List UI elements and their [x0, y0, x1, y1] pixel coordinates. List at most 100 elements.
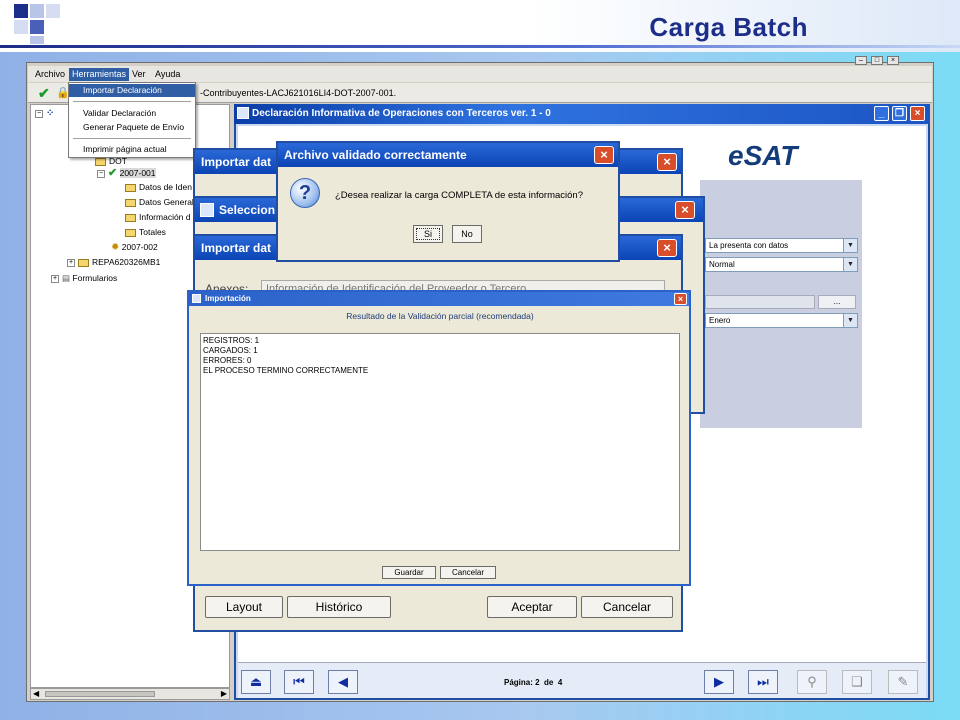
chevron-down-icon[interactable]: ▼ [843, 314, 857, 327]
scroll-left-icon[interactable]: ◀ [33, 689, 39, 698]
folder-icon [125, 198, 136, 207]
expand-icon[interactable]: + [51, 274, 59, 283]
menu-ver[interactable]: Ver [129, 68, 149, 81]
herramientas-dropdown: Importar Declaración Validar Declaración… [68, 82, 196, 158]
close-icon[interactable]: × [675, 201, 695, 219]
result-line: CARGADOS: 1 [203, 346, 258, 355]
next-page-icon[interactable]: ▶ [704, 670, 734, 694]
folder-icon [125, 213, 136, 222]
validado-title: Archivo validado correctamente [284, 148, 467, 162]
maximize-icon[interactable]: □ [871, 56, 883, 65]
tree-node-totales[interactable]: Totales [125, 226, 166, 238]
validado-message: ¿Desea realizar la carga COMPLETA de est… [335, 190, 583, 201]
menu-item-validar[interactable]: Validar Declaración [69, 107, 195, 120]
header-line [0, 45, 960, 48]
app-icon [237, 107, 249, 119]
prev-page-icon[interactable]: ◀ [328, 670, 358, 694]
decor-square [14, 4, 28, 18]
declaracion-titlebar: Declaración Informativa de Operaciones c… [234, 104, 930, 124]
close-icon[interactable]: × [657, 153, 677, 171]
tree-node-datos-general[interactable]: Datos General [125, 196, 194, 208]
menu-archivo[interactable]: Archivo [32, 68, 68, 81]
decor-square [30, 36, 44, 44]
tree-node-2007-002[interactable]: ✹ 2007-002 [111, 241, 158, 253]
restore-icon[interactable]: ❐ [892, 106, 907, 121]
app-icon [200, 203, 214, 217]
check-icon: ✔ [108, 167, 118, 179]
result-textarea[interactable]: REGISTROS: 1 CARGADOS: 1 ERRORES: 0 EL P… [200, 333, 680, 551]
close-icon[interactable]: × [887, 56, 899, 65]
menu-ayuda[interactable]: Ayuda [152, 68, 183, 81]
sat-logo: eSAT [728, 140, 798, 171]
menu-item-imprimir[interactable]: Imprimir página actual [69, 143, 195, 156]
search-icon[interactable]: ⚲ [797, 670, 827, 694]
folder-icon [95, 157, 106, 166]
last-page-icon[interactable]: ⏭ [748, 670, 778, 694]
validado-titlebar: Archivo validado correctamente × [278, 143, 618, 167]
chevron-down-icon[interactable]: ▼ [843, 239, 857, 252]
gear-icon: ✹ [111, 242, 120, 253]
guardar-button[interactable]: Guardar [382, 566, 436, 579]
menu-item-importar[interactable]: Importar Declaración [69, 84, 195, 97]
folder-icon [125, 228, 136, 237]
copy-icon[interactable]: ❏ [842, 670, 872, 694]
importacion-title: Importación [205, 294, 251, 303]
collapse-icon[interactable]: − [35, 109, 43, 118]
menu-separator [73, 138, 191, 139]
cancelar-button[interactable]: Cancelar [581, 596, 673, 618]
scroll-right-icon[interactable]: ▶ [221, 689, 227, 698]
decor-square [30, 4, 44, 18]
rfc-field[interactable] [705, 295, 815, 309]
scroll-thumb[interactable] [45, 691, 155, 697]
close-icon[interactable]: × [910, 106, 925, 121]
close-icon[interactable]: × [657, 239, 677, 257]
close-icon[interactable]: × [594, 146, 614, 164]
first-page-icon[interactable]: ⏮ [284, 670, 314, 694]
aceptar-button[interactable]: Aceptar [487, 596, 577, 618]
result-line: REGISTROS: 1 [203, 336, 260, 345]
tree-root[interactable]: − ⁘ [35, 107, 54, 119]
tree-node-datos-iden[interactable]: Datos de Iden [125, 181, 192, 193]
tree-node-repa[interactable]: + REPA620326MB1 [67, 256, 160, 268]
no-button[interactable]: No [452, 225, 482, 243]
decor-square [30, 20, 44, 34]
edit-icon[interactable]: ✎ [888, 670, 918, 694]
question-icon: ? [290, 178, 320, 208]
expand-icon[interactable]: + [67, 258, 75, 267]
chevron-down-icon[interactable]: ▼ [843, 258, 857, 271]
forms-icon: ▤ [62, 273, 71, 283]
minimize-icon[interactable]: – [855, 56, 867, 65]
historico-button[interactable]: Histórico [287, 596, 391, 618]
importacion-titlebar: Importación × [189, 292, 689, 306]
cancelar-import-button[interactable]: Cancelar [440, 566, 496, 579]
menubar: Archivo Herramientas Ver Ayuda [28, 66, 932, 82]
close-icon[interactable]: × [674, 293, 687, 305]
menu-herramientas[interactable]: Herramientas [69, 68, 130, 81]
tree-node-2007-001[interactable]: − ✔ 2007-001 [97, 167, 156, 179]
file-path: -Contribuyentes-LACJ621016LI4-DOT-2007-0… [200, 88, 397, 98]
eject-icon[interactable]: ⏏ [241, 670, 271, 694]
layout-button[interactable]: Layout [205, 596, 283, 618]
combo-tipo[interactable]: Normal ▼ [705, 257, 858, 272]
browse-button[interactable]: ... [818, 295, 856, 309]
grid-icon: ⁘ [46, 108, 55, 119]
tree-hscrollbar[interactable]: ◀ ▶ [30, 688, 230, 700]
check-icon[interactable]: ✔ [38, 85, 50, 102]
tree-node-formularios[interactable]: + ▤ Formularios [51, 272, 117, 284]
combo-mes[interactable]: Enero ▼ [705, 313, 858, 328]
result-title: Resultado de la Validación parcial (reco… [346, 311, 534, 321]
tree-node-informacion[interactable]: Información d [125, 211, 191, 223]
si-button[interactable]: Si [413, 225, 443, 243]
combo-presenta[interactable]: La presenta con datos ▼ [705, 238, 858, 253]
slide-title: Carga Batch [649, 12, 808, 42]
pager: Página: 2 de 4 [504, 678, 563, 687]
menu-item-generar[interactable]: Generar Paquete de Envío [69, 121, 195, 134]
collapse-icon[interactable]: − [97, 169, 105, 178]
folder-icon [78, 258, 89, 267]
folder-icon [125, 183, 136, 192]
result-line: ERRORES: 0 [203, 356, 252, 365]
app-window-controls: – □ × [851, 54, 931, 66]
minimize-icon[interactable]: _ [874, 106, 889, 121]
result-line: EL PROCESO TERMINO CORRECTAMENTE [203, 366, 369, 375]
menu-separator [73, 101, 191, 102]
